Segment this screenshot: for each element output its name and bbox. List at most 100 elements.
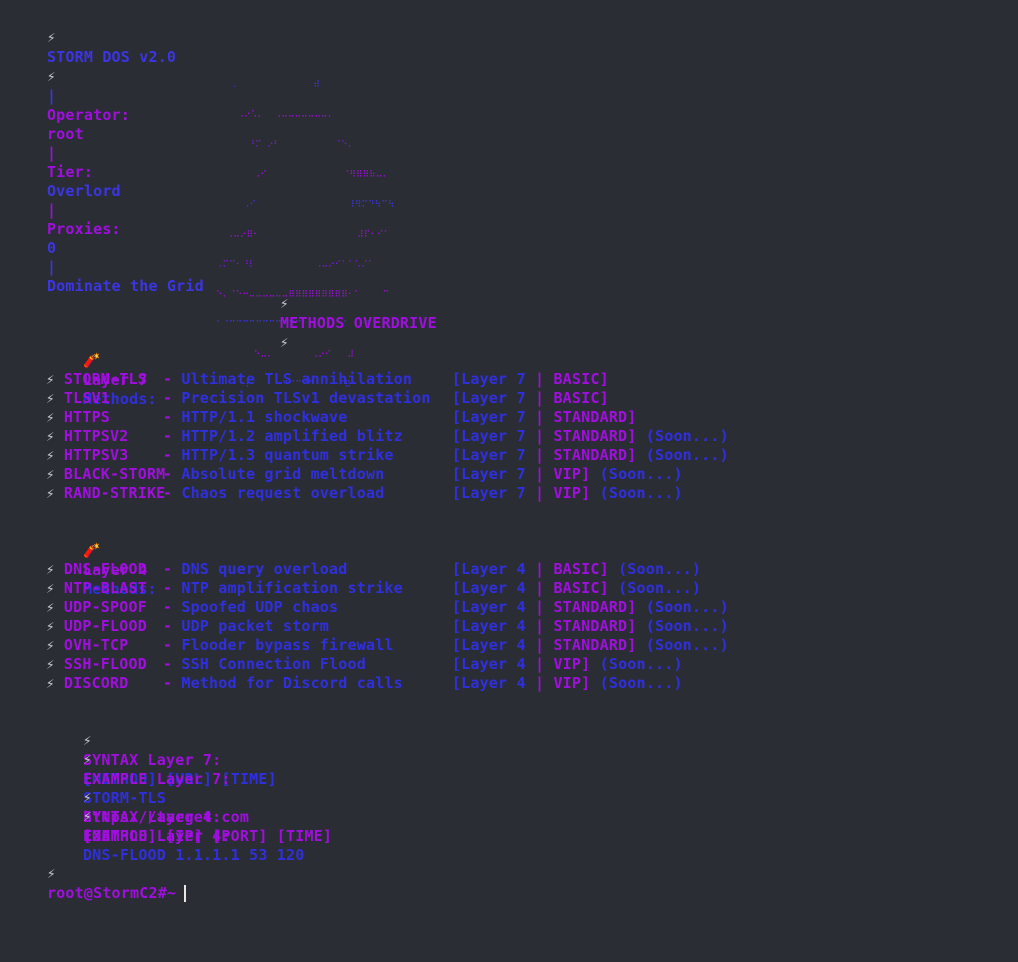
method-layer: Layer 4 — [461, 655, 526, 673]
method-name: HTTPSV3 — [63, 446, 129, 464]
bolt-icon: ⚡ — [46, 600, 55, 616]
method-row: ⚡ UDP-FLOOD - UDP packet storm [Layer 4 | … — [46, 617, 729, 635]
bolt-icon: ⚡ — [279, 296, 289, 312]
method-desc: Absolute grid meltdown — [181, 465, 385, 483]
method-tier: BASIC] — [553, 370, 609, 388]
bolt-icon: ⚡ — [46, 391, 55, 407]
method-tier: STANDARD] — [553, 636, 637, 654]
bolt-icon: ⚡ — [46, 581, 55, 597]
separator: | — [46, 258, 57, 276]
method-soon: (Soon...) — [599, 484, 683, 502]
method-layer: Layer 7 — [461, 484, 526, 502]
method-desc: Ultimate TLS annihilation — [181, 370, 413, 388]
method-name: NTP-BLAST — [63, 579, 147, 597]
syntax-l7: ⚡ SYNTAX Layer 7: [METHOD] [URL] [TIME] — [46, 712, 277, 788]
method-soon: (Soon...) — [618, 560, 702, 578]
method-name: HTTPS — [63, 408, 111, 426]
method-tier: BASIC] — [553, 579, 609, 597]
method-desc: DNS query overload — [181, 560, 348, 578]
terminal-window[interactable]: ⚡ STORM DOS v2.0 ⚡ | Operator: root | Ti… — [0, 0, 1018, 962]
tagline: Dominate the Grid — [46, 277, 204, 295]
method-layer: Layer 4 — [461, 598, 526, 616]
method-row: ⚡ UDP-SPOOF - Spoofed UDP chaos [Layer 4 |… — [46, 598, 729, 616]
firecracker-icon: 🧨 — [82, 543, 101, 559]
method-desc: HTTP/1.1 shockwave — [181, 408, 348, 426]
method-soon: (Soon...) — [645, 446, 729, 464]
method-desc: NTP amplification strike — [181, 579, 403, 597]
bolt-icon: ⚡ — [46, 638, 55, 654]
bolt-icon: ⚡ — [279, 335, 289, 351]
method-layer: Layer 4 — [461, 636, 526, 654]
art-line: ⠑⠤⠄ ⠠⠔⠊ ⠼ — [205, 350, 355, 360]
method-soon: (Soon...) — [645, 427, 729, 445]
method-name: DNS-FLOOD — [63, 560, 147, 578]
method-tier: STANDARD] — [553, 598, 637, 616]
layer4-heading: 🧨 Layer 4 Methods: — [46, 522, 157, 598]
method-tier: STANDARD] — [553, 617, 637, 635]
method-soon: (Soon...) — [599, 655, 683, 673]
method-tier: VIP] — [553, 484, 591, 502]
method-layer: Layer 7 — [461, 408, 526, 426]
method-name: UDP-SPOOF — [63, 598, 147, 616]
app-title: STORM DOS v2.0 — [46, 48, 177, 66]
example-l4: ⚡ EXAMPLE Layer 4: DNS-FLOOD 1.1.1.1 53 … — [46, 788, 304, 864]
syntax-l7-label: SYNTAX Layer 7: — [82, 751, 222, 769]
syntax-l4-label: SYNTAX Layer 4: — [82, 808, 222, 826]
command-prompt[interactable]: ⚡ root@StormC2#~ — [10, 845, 187, 902]
method-layer: Layer 4 — [461, 560, 526, 578]
method-desc: HTTP/1.3 quantum strike — [181, 446, 394, 464]
method-desc: Chaos request overload — [181, 484, 385, 502]
method-soon: (Soon...) — [645, 617, 729, 635]
method-row: ⚡ OVH-TCP - Flooder bypass firewall [Layer… — [46, 636, 729, 654]
method-desc: Method for Discord calls — [181, 674, 403, 692]
method-tier: STANDARD] — [553, 427, 637, 445]
method-layer: Layer 7 — [461, 446, 526, 464]
method-tier: BASIC] — [553, 389, 609, 407]
method-name: DISCORD — [63, 674, 129, 692]
method-name: HTTPSV2 — [63, 427, 129, 445]
bolt-icon: ⚡ — [46, 467, 55, 483]
operator-label: Operator: — [46, 106, 131, 124]
bolt-icon: ⚡ — [46, 619, 55, 635]
text-cursor[interactable] — [184, 885, 187, 902]
method-desc: UDP packet storm — [181, 617, 330, 635]
method-layer: Layer 4 — [461, 674, 526, 692]
method-desc: Precision TLSv1 devastation — [181, 389, 431, 407]
bolt-icon: ⚡ — [46, 410, 55, 426]
bolt-icon: ⚡ — [46, 30, 56, 46]
bolt-icon: ⚡ — [46, 866, 56, 882]
method-soon: (Soon...) — [645, 598, 729, 616]
method-row: ⚡ BLACK-STORM- Absolute grid meltdown [La… — [46, 465, 683, 483]
method-layer: Layer 4 — [461, 617, 526, 635]
method-row: ⚡ DNS-FLOOD - DNS query overload [Layer 4 … — [46, 560, 702, 578]
method-tier: VIP] — [553, 674, 591, 692]
separator: | — [46, 201, 57, 219]
method-tier: VIP] — [553, 655, 591, 673]
tier-label: Tier: — [46, 163, 94, 181]
method-name: OVH-TCP — [63, 636, 129, 654]
separator: | — [46, 87, 57, 105]
method-desc: Flooder bypass firewall — [181, 636, 394, 654]
separator: | — [46, 144, 57, 162]
operator-value: root — [46, 125, 84, 143]
bolt-icon: ⚡ — [46, 562, 55, 578]
method-name: TLSV1 — [63, 389, 111, 407]
bolt-icon: ⚡ — [82, 809, 92, 825]
method-desc: Spoofed UDP chaos — [181, 598, 339, 616]
method-soon: (Soon...) — [599, 674, 683, 692]
art-line: ⠠⠤⠔⠿⠂ ⠼⠏⠂⠊⠁ — [205, 230, 391, 240]
method-name: STORM-TLS — [63, 370, 147, 388]
art-line: . ⠾ — [205, 80, 320, 90]
banner-art: . ⠾ ⠠⠔⠡⠄ ⠠⠤⠤⠤⠤⠤⠤⠤⠄ ⠘⠍ ⠔⠃ ⠈⠑⠄ ⠠⠊ ⠈⠻⠿⠿⠷⠤⠄ … — [205, 60, 395, 410]
status-header: ⚡ STORM DOS v2.0 ⚡ | Operator: root | Ti… — [10, 9, 204, 295]
method-row: ⚡ NTP-BLAST - NTP amplification strike [La… — [46, 579, 702, 597]
bolt-icon: ⚡ — [46, 676, 55, 692]
method-name: UDP-FLOOD — [63, 617, 147, 635]
bolt-icon: ⚡ — [46, 372, 55, 388]
method-row: ⚡ STORM-TLS - Ultimate TLS annihilation [L… — [46, 370, 609, 388]
method-tier: STANDARD] — [553, 446, 637, 464]
method-layer: Layer 7 — [461, 465, 526, 483]
art-line: ⠠⠊ ⠸⠻⠍⠙⠳⠉⠳ — [205, 200, 395, 210]
banner-title: METHODS OVERDRIVE — [279, 314, 437, 332]
method-name: SSH-FLOOD — [63, 655, 147, 673]
